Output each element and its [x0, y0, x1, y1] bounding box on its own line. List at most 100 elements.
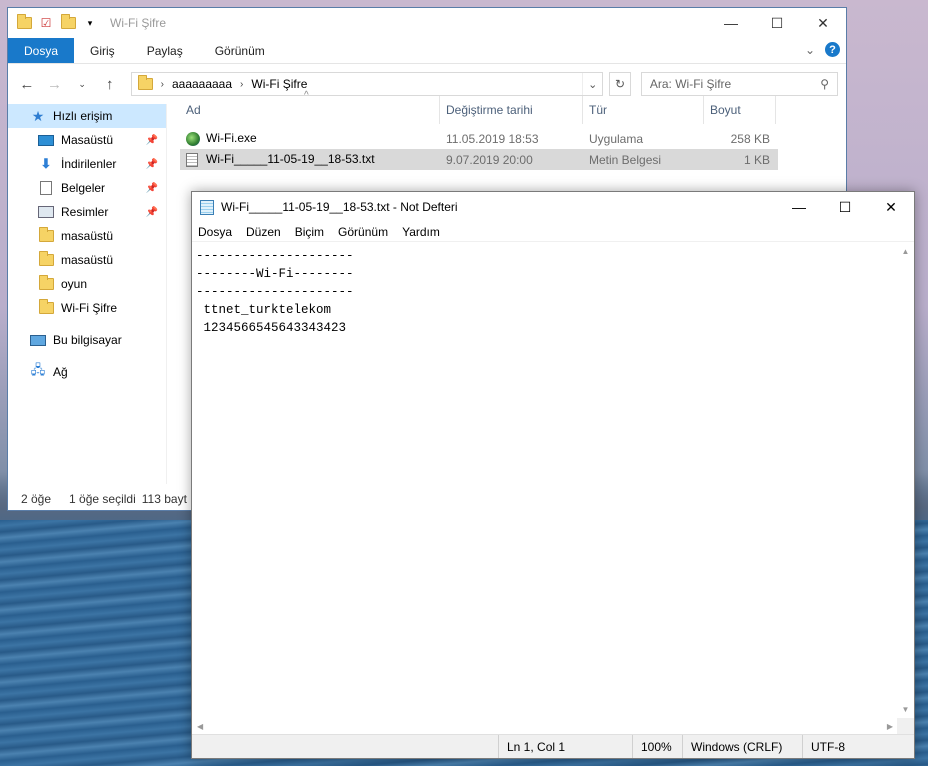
menu-edit[interactable]: Düzen [246, 225, 289, 239]
up-icon[interactable]: ↑ [99, 76, 121, 93]
sidebar-item-folder[interactable]: oyun [8, 272, 166, 296]
customize-quick-access-icon[interactable]: ▾ [82, 15, 98, 31]
recent-locations-icon[interactable]: ⌄ [71, 79, 93, 90]
sidebar-item-folder[interactable]: masaüstü [8, 224, 166, 248]
close-icon[interactable]: ✕ [800, 8, 846, 38]
file-row-selected[interactable]: Wi-Fi_____11-05-19__18-53.txt 9.07.2019 … [180, 149, 778, 170]
scroll-right-icon[interactable]: ▶ [887, 722, 893, 731]
encoding: UTF-8 [802, 735, 914, 758]
help-icon[interactable]: ? [825, 42, 840, 57]
menu-file[interactable]: Dosya [198, 225, 240, 239]
navigation-pane: ★ Hızlı erişim Masaüstü 📌 ⬇ İndirilenler… [8, 104, 166, 484]
sidebar-item-desktop[interactable]: Masaüstü 📌 [8, 128, 166, 152]
back-icon[interactable]: ← [16, 76, 38, 93]
pin-icon[interactable]: 📌 [146, 135, 158, 146]
column-headers: ^ Ad Değiştirme tarihi Tür Boyut [180, 90, 820, 124]
file-name: Wi-Fi_____11-05-19__18-53.txt [206, 152, 375, 167]
sidebar-item-label: masaüstü [61, 229, 114, 243]
sidebar-item-documents[interactable]: Belgeler 📌 [8, 176, 166, 200]
menu-view[interactable]: Görünüm [338, 225, 396, 239]
menu-help[interactable]: Yardım [402, 225, 448, 239]
search-placeholder: Ara: Wi-Fi Şifre [649, 77, 732, 91]
properties-icon[interactable]: ☑ [38, 15, 54, 31]
breadcrumb-item[interactable]: Wi-Fi Şifre [251, 77, 307, 91]
folder-icon [38, 251, 54, 267]
exe-globe-icon [186, 131, 200, 146]
sidebar-item-quick-access[interactable]: ★ Hızlı erişim [8, 104, 166, 128]
forward-icon[interactable]: → [44, 76, 66, 93]
column-date[interactable]: Değiştirme tarihi [440, 96, 583, 124]
column-size[interactable]: Boyut [704, 96, 776, 124]
folder-icon [38, 227, 54, 243]
new-folder-icon[interactable] [60, 14, 76, 31]
folder-icon [16, 14, 32, 31]
expand-ribbon-icon[interactable]: ⌄ [805, 43, 815, 57]
file-date: 9.07.2019 20:00 [446, 152, 533, 167]
menu-format[interactable]: Biçim [295, 225, 332, 239]
star-icon: ★ [31, 107, 45, 124]
notepad-text-area[interactable]: --------------------- --------Wi-Fi-----… [192, 243, 898, 718]
breadcrumb-item[interactable]: aaaaaaaaa [172, 77, 232, 91]
close-icon[interactable]: ✕ [868, 192, 914, 222]
chevron-right-icon[interactable]: › [240, 79, 243, 90]
column-type[interactable]: Tür [583, 96, 704, 124]
address-bar[interactable]: › aaaaaaaaa › Wi-Fi Şifre ⌄ [130, 72, 604, 96]
notepad-titlebar[interactable]: Wi-Fi_____11-05-19__18-53.txt - Not Deft… [192, 192, 914, 222]
sidebar-item-label: oyun [61, 277, 88, 291]
tab-file[interactable]: Dosya [8, 38, 75, 63]
minimize-icon[interactable]: — [708, 8, 754, 38]
sidebar-item-label: Ağ [53, 365, 68, 379]
minimize-icon[interactable]: — [776, 192, 822, 222]
pin-icon[interactable]: 📌 [146, 183, 158, 194]
scroll-down-icon[interactable]: ▼ [902, 705, 910, 714]
horizontal-scrollbar[interactable]: ◀ ▶ [192, 718, 898, 735]
scroll-up-icon[interactable]: ▲ [902, 247, 910, 256]
sidebar-item-label: İndirilenler [61, 157, 117, 171]
tab-share[interactable]: Paylaş [131, 38, 199, 63]
line-ending: Windows (CRLF) [682, 735, 802, 758]
item-count: 2 öğe [21, 492, 52, 506]
pictures-icon [38, 205, 54, 219]
file-list: ^ Ad Değiştirme tarihi Tür Boyut Wi-Fi.e… [180, 90, 820, 170]
ribbon: Dosya Giriş Paylaş Görünüm ⌄ ? [8, 38, 846, 64]
sidebar-item-downloads[interactable]: ⬇ İndirilenler 📌 [8, 152, 166, 176]
folder-icon [38, 275, 54, 291]
maximize-icon[interactable]: ☐ [822, 192, 868, 222]
file-row[interactable]: Wi-Fi.exe 11.05.2019 18:53 Uygulama 258 … [180, 128, 820, 149]
search-input[interactable]: Ara: Wi-Fi Şifre ⚲ [640, 72, 839, 96]
pin-icon[interactable]: 📌 [146, 159, 158, 170]
sidebar-item-network[interactable]: 🖧 Ağ [8, 360, 166, 384]
vertical-scrollbar[interactable]: ▲ ▼ [897, 243, 914, 718]
refresh-icon[interactable]: ↻ [609, 72, 631, 96]
scrollbar-corner [897, 718, 914, 735]
column-name[interactable]: Ad [180, 96, 440, 124]
selected-count: 1 öğe seçildi [69, 492, 136, 506]
selected-size: 113 bayt [141, 492, 187, 506]
sidebar-item-folder[interactable]: Wi-Fi Şifre [8, 296, 166, 320]
download-icon: ⬇ [40, 156, 52, 171]
explorer-titlebar[interactable]: ☑ ▾ Wi-Fi Şifre — ☐ ✕ [8, 8, 846, 38]
sidebar-item-pictures[interactable]: Resimler 📌 [8, 200, 166, 224]
file-name-cell: Wi-Fi_____11-05-19__18-53.txt [180, 152, 440, 167]
sidebar-item-this-pc[interactable]: Bu bilgisayar [8, 328, 166, 352]
tab-home[interactable]: Giriş [74, 38, 131, 63]
explorer-title: Wi-Fi Şifre [110, 16, 166, 30]
sort-ascending-icon: ^ [304, 90, 309, 101]
maximize-icon[interactable]: ☐ [754, 8, 800, 38]
scroll-left-icon[interactable]: ◀ [197, 722, 203, 731]
address-dropdown-icon[interactable]: ⌄ [582, 73, 602, 95]
file-date: 11.05.2019 18:53 [446, 131, 539, 146]
search-icon: ⚲ [820, 77, 830, 91]
pin-icon[interactable]: 📌 [146, 207, 158, 218]
zoom-level: 100% [632, 735, 682, 758]
sidebar-item-label: Belgeler [61, 181, 106, 195]
cursor-position: Ln 1, Col 1 [498, 735, 632, 758]
folder-icon [137, 75, 153, 90]
sidebar-item-label: Hızlı erişim [53, 109, 113, 123]
sidebar-item-label: Masaüstü [61, 133, 114, 147]
tab-view[interactable]: Görünüm [199, 38, 281, 63]
chevron-right-icon[interactable]: › [161, 79, 164, 90]
sidebar-item-folder[interactable]: masaüstü [8, 248, 166, 272]
file-type: Metin Belgesi [589, 152, 662, 167]
network-icon: 🖧 [30, 362, 46, 377]
